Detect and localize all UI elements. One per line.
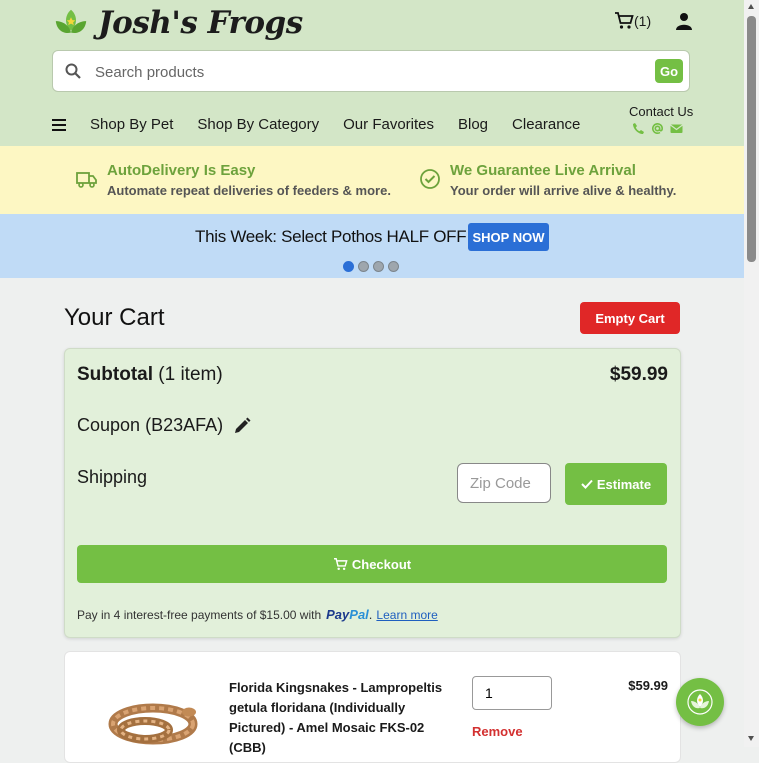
zip-code-input[interactable] xyxy=(457,463,551,503)
menu-icon[interactable] xyxy=(52,118,66,132)
promo-strip: AutoDelivery Is Easy Automate repeat del… xyxy=(0,146,744,214)
nav-shop-by-pet[interactable]: Shop By Pet xyxy=(90,116,173,133)
search-icon xyxy=(65,63,81,79)
cart-icon xyxy=(615,12,634,29)
subtotal-title: Subtotal xyxy=(77,364,153,385)
promo-subtitle: Your order will arrive alive & healthy. xyxy=(450,183,677,198)
promo-title: AutoDelivery Is Easy xyxy=(107,162,256,179)
paypal-message: Pay in 4 interest-free payments of $15.0… xyxy=(77,607,438,622)
scrollbar[interactable] xyxy=(744,0,759,747)
page-title: Your Cart xyxy=(64,304,165,331)
checkout-label: Checkout xyxy=(351,556,412,572)
contact-icons xyxy=(632,122,683,135)
nav-shop-by-category[interactable]: Shop By Category xyxy=(197,116,319,133)
quantity-input[interactable] xyxy=(472,676,552,710)
check-icon xyxy=(581,479,593,489)
at-icon[interactable] xyxy=(651,122,664,135)
check-circle-icon xyxy=(420,169,440,189)
coupon-code: (B23AFA) xyxy=(145,415,224,435)
promo-subtitle: Automate repeat deliveries of feeders & … xyxy=(107,183,391,198)
estimate-label: Estimate xyxy=(596,476,652,492)
chat-leaf-icon xyxy=(687,689,713,715)
carousel-dot[interactable] xyxy=(358,261,369,272)
cart-icon xyxy=(333,557,348,570)
leaf-logo-icon xyxy=(55,9,87,33)
cart-count: (1) xyxy=(634,13,652,29)
cart-link[interactable]: (1) xyxy=(614,12,651,30)
mail-icon[interactable] xyxy=(670,122,683,135)
learn-more-link[interactable]: Learn more xyxy=(376,608,437,622)
nav-blog[interactable]: Blog xyxy=(458,116,488,133)
carousel-dot[interactable] xyxy=(373,261,384,272)
truck-icon xyxy=(76,172,97,188)
paypal-logo: PayPal. xyxy=(326,607,373,622)
chat-button[interactable] xyxy=(676,678,724,726)
carousel-dot[interactable] xyxy=(388,261,399,272)
user-icon[interactable] xyxy=(676,12,692,30)
paypal-text: Pay in 4 interest-free payments of $15.0… xyxy=(77,607,322,622)
product-name[interactable]: Florida Kingsnakes - Lampropeltis getula… xyxy=(229,678,447,758)
promo-autodelivery[interactable]: AutoDelivery Is Easy Automate repeat del… xyxy=(107,162,391,198)
main-nav: Shop By Pet Shop By Category Our Favorit… xyxy=(52,116,604,133)
phone-icon[interactable] xyxy=(632,122,645,135)
banner-text: This Week: Select Pothos HALF OFF xyxy=(195,227,467,246)
coupon-row: Coupon (B23AFA) xyxy=(77,415,251,436)
scroll-down-arrow[interactable] xyxy=(748,736,754,741)
cart-summary: Subtotal (1 item) $59.99 Coupon (B23AFA)… xyxy=(64,348,681,638)
brand-name: Josh's Frogs xyxy=(98,5,303,41)
carousel-dots xyxy=(343,261,399,272)
search-input[interactable] xyxy=(93,60,637,84)
weekly-deal-banner: This Week: Select Pothos HALF OFF SHOP N… xyxy=(0,214,744,278)
scroll-up-arrow[interactable] xyxy=(748,4,754,9)
subtotal-count: (1 item) xyxy=(158,364,223,385)
empty-cart-button[interactable]: Empty Cart xyxy=(580,302,680,334)
pencil-icon[interactable] xyxy=(233,417,251,435)
search-bar: Go xyxy=(52,50,690,92)
promo-live-arrival[interactable]: We Guarantee Live Arrival Your order wil… xyxy=(450,162,676,198)
contact-us-link[interactable]: Contact Us xyxy=(629,104,693,119)
shipping-label: Shipping xyxy=(77,467,148,487)
coupon-label: Coupon xyxy=(77,415,141,435)
estimate-button[interactable]: Estimate xyxy=(565,463,667,505)
site-header: Josh's Frogs (1) Go Shop By Pet Shop By … xyxy=(0,0,744,146)
subtotal-value: $59.99 xyxy=(609,364,668,385)
item-price: $59.99 xyxy=(628,678,668,693)
product-image[interactable] xyxy=(101,690,205,750)
shop-now-button[interactable]: SHOP NOW xyxy=(468,223,549,251)
nav-clearance[interactable]: Clearance xyxy=(512,116,580,133)
nav-our-favorites[interactable]: Our Favorites xyxy=(343,116,434,133)
checkout-button[interactable]: Checkout xyxy=(77,545,667,583)
remove-link[interactable]: Remove xyxy=(472,724,523,739)
cart-item: Florida Kingsnakes - Lampropeltis getula… xyxy=(64,651,681,763)
brand-logo[interactable]: Josh's Frogs xyxy=(52,4,303,42)
carousel-dot[interactable] xyxy=(343,261,354,272)
search-go-button[interactable]: Go xyxy=(655,59,683,83)
promo-title: We Guarantee Live Arrival xyxy=(450,162,636,179)
scrollbar-thumb[interactable] xyxy=(747,16,756,262)
subtotal-label: Subtotal (1 item) xyxy=(77,364,223,386)
